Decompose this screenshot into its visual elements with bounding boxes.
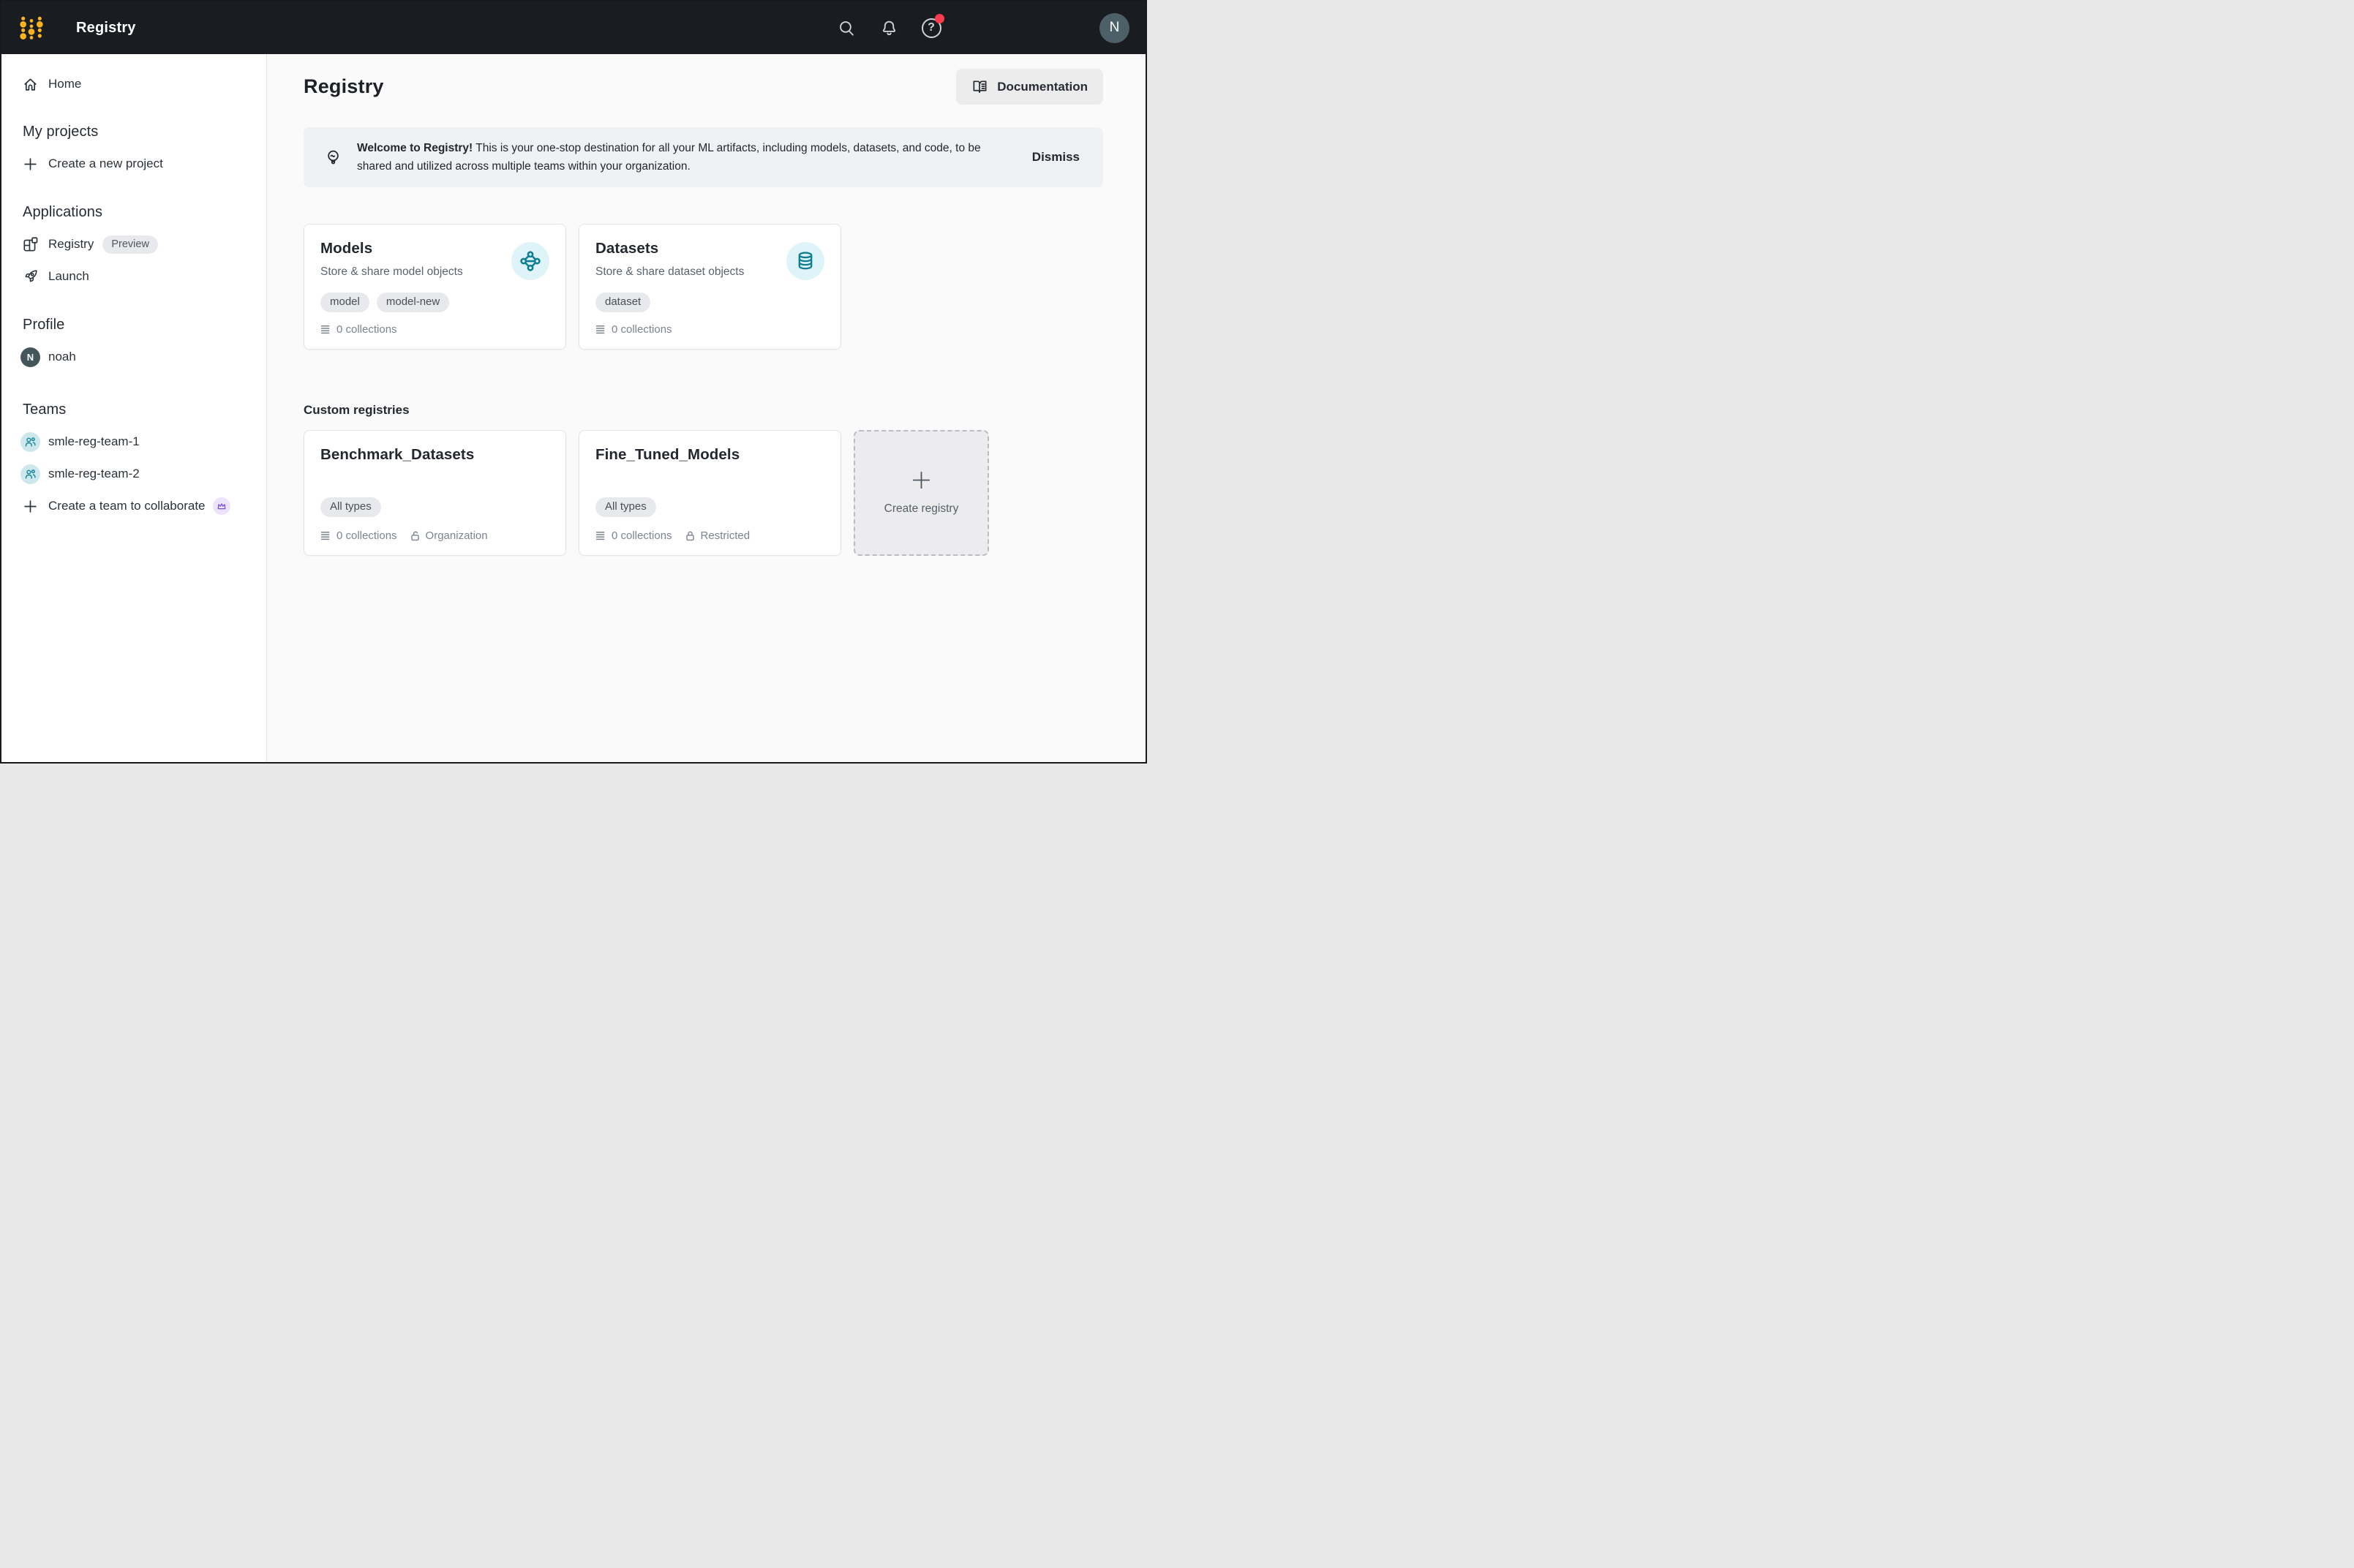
registry-app-window: Registry ? [0, 0, 1147, 764]
sidebar-item-team-2[interactable]: smle-reg-team-2 [1, 458, 253, 490]
rocket-icon [23, 269, 38, 284]
sidebar-item-create-team[interactable]: Create a team to collaborate [1, 490, 253, 522]
search-button[interactable] [832, 13, 861, 42]
documentation-button[interactable]: Documentation [956, 69, 1103, 105]
main-content: Registry Documentation [267, 54, 1146, 762]
help-button[interactable]: ? [917, 13, 946, 42]
card-tags: All types [595, 497, 824, 517]
card-tags: dataset [595, 293, 824, 312]
profile-avatar: N [20, 347, 40, 367]
collections-count: 0 collections [612, 323, 672, 336]
create-registry-button[interactable]: Create registry [854, 430, 989, 556]
custom-registries-heading: Custom registries [304, 403, 1103, 418]
collections-count: 0 collections [336, 323, 397, 336]
collections-list-icon [320, 324, 331, 335]
welcome-banner-bold: Welcome to Registry! [357, 142, 473, 154]
sidebar-heading-teams: Teams [1, 393, 253, 426]
sidebar-item-label: Launch [48, 269, 89, 284]
user-avatar[interactable]: N [1099, 13, 1129, 43]
page-header: Registry Documentation [304, 69, 1103, 105]
dismiss-button[interactable]: Dismiss [1031, 146, 1081, 169]
collections-list-icon [320, 530, 331, 541]
navbar-app-title: Registry [76, 20, 136, 37]
sidebar-item-launch[interactable]: Launch [1, 260, 253, 293]
sidebar-item-label: smle-reg-team-1 [48, 434, 140, 449]
lock-closed-icon [685, 530, 696, 541]
card-footer: 0 collections [595, 323, 824, 336]
documentation-button-label: Documentation [997, 80, 1088, 94]
database-icon [786, 242, 824, 280]
welcome-banner-text: Welcome to Registry! This is your one-st… [357, 139, 1031, 176]
top-navbar: Registry ? [1, 1, 1146, 54]
sidebar-item-label: smle-reg-team-2 [48, 467, 140, 481]
sidebar-item-label: Home [48, 77, 81, 91]
card-title: Benchmark_Datasets [320, 446, 549, 464]
registry-card-models[interactable]: Models Store & share model objects model… [304, 224, 566, 350]
book-icon [971, 78, 988, 95]
collections-count: 0 collections [612, 529, 672, 542]
card-tags: model model-new [320, 293, 549, 312]
bell-icon [880, 19, 898, 37]
page-title: Registry [304, 75, 384, 98]
sidebar-item-registry[interactable]: Registry Preview [1, 228, 253, 260]
team-people-icon [20, 464, 40, 484]
registry-card-benchmark-datasets[interactable]: Benchmark_Datasets All types 0 collectio… [304, 430, 566, 556]
card-footer: 0 collections [320, 323, 549, 336]
create-registry-label: Create registry [884, 502, 959, 516]
tag-pill: All types [595, 497, 656, 517]
visibility-label: Restricted [701, 529, 751, 542]
sidebar-heading-profile: Profile [1, 309, 253, 341]
notification-dot [935, 14, 944, 23]
collections-list-icon [595, 324, 606, 335]
sidebar: Home My projects Create a new project Ap… [1, 54, 267, 762]
crown-icon [213, 497, 230, 515]
sidebar-item-home[interactable]: Home [1, 68, 253, 100]
plus-icon [23, 499, 38, 514]
sidebar-item-label: Create a new project [48, 157, 163, 171]
search-icon [838, 19, 856, 37]
sidebar-item-label: Registry [48, 237, 94, 252]
sidebar-item-label: Create a team to collaborate [48, 499, 206, 513]
team-people-icon [20, 432, 40, 452]
sidebar-item-create-project[interactable]: Create a new project [1, 148, 253, 180]
sidebar-item-team-1[interactable]: smle-reg-team-1 [1, 426, 253, 458]
registry-card-fine-tuned-models[interactable]: Fine_Tuned_Models All types 0 collection… [579, 430, 841, 556]
sidebar-heading-applications: Applications [1, 196, 253, 228]
plus-icon [911, 470, 931, 490]
registry-card-datasets[interactable]: Datasets Store & share dataset objects d… [579, 224, 841, 350]
wandb-logo-icon[interactable] [20, 15, 43, 41]
tag-pill: model-new [377, 293, 449, 312]
tag-pill: All types [320, 497, 381, 517]
registry-grid-icon [23, 237, 38, 252]
card-tags: All types [320, 497, 549, 517]
core-registries-row: Models Store & share model objects model… [304, 224, 1103, 350]
lock-open-icon [410, 530, 421, 541]
card-footer: 0 collections Restricted [595, 529, 824, 542]
collections-count: 0 collections [336, 529, 397, 542]
preview-badge: Preview [102, 235, 158, 254]
custom-registries-row: Benchmark_Datasets All types 0 collectio… [304, 430, 1103, 556]
model-graph-icon [511, 242, 549, 280]
welcome-banner: Welcome to Registry! This is your one-st… [304, 127, 1103, 187]
sidebar-item-profile-noah[interactable]: N noah [1, 341, 253, 373]
card-title: Fine_Tuned_Models [595, 446, 824, 464]
home-icon [23, 77, 38, 92]
sidebar-heading-my-projects: My projects [1, 116, 253, 148]
lightbulb-icon [324, 148, 342, 167]
visibility-label: Organization [426, 529, 488, 542]
tag-pill: dataset [595, 293, 650, 312]
card-footer: 0 collections Organization [320, 529, 549, 542]
tag-pill: model [320, 293, 369, 312]
navbar-actions: ? N [819, 13, 1129, 43]
collections-list-icon [595, 530, 606, 541]
plus-icon [23, 157, 38, 172]
notifications-button[interactable] [874, 13, 903, 42]
sidebar-item-label: noah [48, 350, 76, 364]
